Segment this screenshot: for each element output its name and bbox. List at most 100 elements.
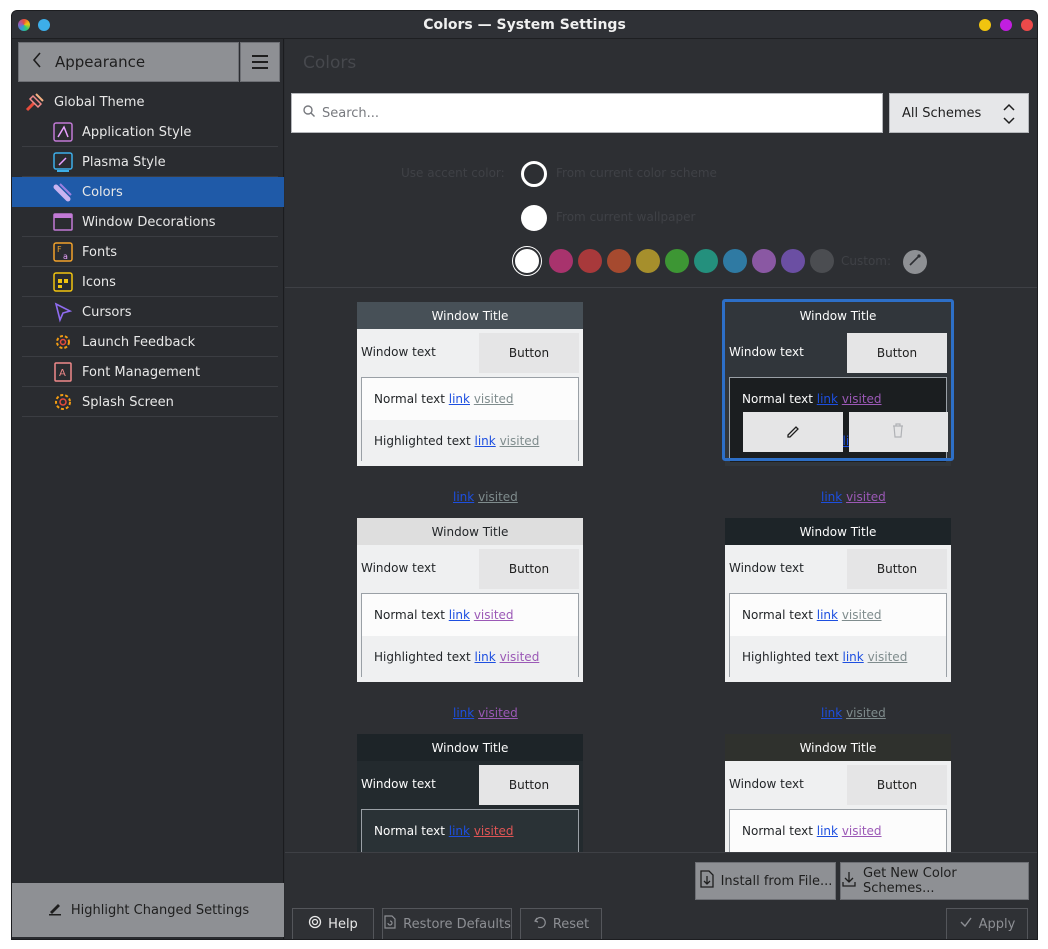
title-bar: Colors — System Settings bbox=[12, 11, 1037, 39]
font-management-icon: A bbox=[52, 361, 74, 383]
preview-window-title: Window Title bbox=[725, 734, 951, 761]
pen-icon bbox=[47, 900, 63, 920]
search-placeholder: Search... bbox=[322, 105, 380, 121]
restore-defaults-icon bbox=[383, 915, 397, 933]
custom-color-picker-button[interactable] bbox=[903, 250, 927, 274]
sidebar-item-icons[interactable]: Icons bbox=[12, 267, 284, 297]
cursors-icon bbox=[52, 301, 74, 323]
preview-highlighted-text: Highlighted text link visited bbox=[362, 420, 578, 462]
accent-swatch[interactable] bbox=[694, 249, 718, 273]
preview-button: Button bbox=[479, 333, 579, 373]
accent-from-wallpaper-label: From current wallpaper bbox=[556, 210, 696, 224]
preview-button: Button bbox=[847, 765, 947, 805]
sidebar-item-cursors[interactable]: Cursors bbox=[12, 297, 284, 327]
sidebar-item-label: Font Management bbox=[82, 364, 201, 380]
preview-button: Button bbox=[479, 549, 579, 589]
accent-swatch[interactable] bbox=[636, 249, 660, 273]
color-scheme-card[interactable]: Window Title Window text Button Normal text… bbox=[725, 518, 951, 720]
install-file-icon bbox=[699, 870, 715, 892]
sidebar-item-fonts[interactable]: Fa Fonts bbox=[12, 237, 284, 267]
accent-swatch[interactable] bbox=[578, 249, 602, 273]
minimize-button[interactable] bbox=[979, 19, 991, 31]
preview-window-title: Window Title bbox=[357, 302, 583, 329]
preview-window-text: Window text bbox=[729, 561, 804, 575]
accent-swatch[interactable] bbox=[665, 249, 689, 273]
window-title: Colors — System Settings bbox=[423, 17, 626, 33]
svg-text:F: F bbox=[57, 245, 62, 254]
sidebar-item-window-decorations[interactable]: Window Decorations bbox=[12, 207, 284, 237]
icons-icon bbox=[52, 271, 74, 293]
accent-swatch-selected[interactable] bbox=[513, 247, 541, 275]
preview-view: Normal text link visitedHighlighted text… bbox=[361, 593, 579, 678]
preview-normal-text: Normal text link visited bbox=[374, 824, 514, 838]
preview-view: Normal text link visitedHighlighted text… bbox=[729, 593, 947, 678]
highlight-changed-settings-button[interactable]: Highlight Changed Settings bbox=[12, 883, 284, 937]
preview-window-title: Window Title bbox=[357, 518, 583, 545]
sidebar-item-colors[interactable]: Colors bbox=[12, 177, 284, 207]
accent-swatch[interactable] bbox=[549, 249, 573, 273]
sidebar-item-label: Colors bbox=[82, 184, 123, 200]
sidebar-item-label: Icons bbox=[82, 274, 116, 290]
install-from-file-button[interactable]: Install from File... bbox=[695, 862, 836, 900]
preview-scheme-links: link visited bbox=[453, 706, 518, 720]
sidebar-item-label: Plasma Style bbox=[82, 154, 166, 170]
chevron-left-icon bbox=[19, 50, 55, 75]
sidebar-item-label: Global Theme bbox=[54, 94, 145, 110]
back-button[interactable]: Appearance bbox=[18, 42, 239, 82]
color-scheme-grid: Window Title Window text Button Normal text… bbox=[285, 288, 1037, 852]
preview-window-text: Window text bbox=[361, 561, 436, 575]
color-scheme-card[interactable]: Window Title Window text Button Normal text… bbox=[357, 302, 583, 504]
sidebar-item-application-style[interactable]: Application Style bbox=[12, 117, 284, 147]
search-field[interactable]: Search... bbox=[291, 93, 883, 133]
help-lifebuoy-icon bbox=[308, 915, 322, 933]
accent-swatch[interactable] bbox=[781, 249, 805, 273]
download-icon bbox=[841, 870, 857, 892]
preview-view: Normal text link visited Highlighted text… bbox=[361, 377, 579, 462]
sidebar-nav: Global Theme Application Style Plasma St… bbox=[12, 87, 284, 417]
preview-normal-text: Normal text link visited bbox=[742, 608, 882, 622]
color-scheme-card[interactable]: Window Title Window text Button Normal text… bbox=[357, 734, 583, 852]
maximize-button[interactable] bbox=[1000, 19, 1012, 31]
help-button[interactable]: Help bbox=[292, 908, 374, 939]
reset-button[interactable]: Reset bbox=[520, 908, 602, 939]
sidebar-item-splash-screen[interactable]: Splash Screen bbox=[12, 387, 284, 417]
sidebar-item-font-management[interactable]: A Font Management bbox=[12, 357, 284, 387]
restore-defaults-button[interactable]: Restore Defaults bbox=[382, 908, 512, 939]
sidebar-item-label: Splash Screen bbox=[82, 394, 174, 410]
fonts-icon: Fa bbox=[52, 241, 74, 263]
sidebar-item-launch-feedback[interactable]: Launch Feedback bbox=[12, 327, 284, 357]
edit-scheme-button[interactable] bbox=[743, 412, 843, 452]
accent-swatch[interactable] bbox=[752, 249, 776, 273]
accent-from-scheme-radio[interactable] bbox=[521, 161, 547, 187]
install-from-file-label: Install from File... bbox=[720, 873, 833, 889]
svg-text:A: A bbox=[59, 368, 66, 379]
preview-window-title: Window Title bbox=[357, 734, 583, 761]
delete-scheme-button[interactable] bbox=[848, 412, 948, 452]
system-settings-window: Colors — System Settings Appearance Glob… bbox=[11, 10, 1038, 940]
splash-screen-icon bbox=[52, 391, 74, 413]
color-scheme-card[interactable]: Window Title Window text Button Normal text… bbox=[725, 734, 951, 852]
preview-normal-text: Normal text link visited bbox=[374, 392, 514, 406]
search-icon bbox=[302, 104, 316, 122]
eyedropper-icon bbox=[908, 253, 922, 271]
preview-highlighted-text: Highlighted text link visited bbox=[362, 636, 578, 678]
trash-icon bbox=[891, 422, 905, 442]
accent-swatch[interactable] bbox=[723, 249, 747, 273]
sidebar-item-plasma-style[interactable]: Plasma Style bbox=[12, 147, 284, 177]
close-button[interactable] bbox=[1021, 19, 1033, 31]
preview-normal-text: Normal text link visited bbox=[742, 824, 882, 838]
hamburger-menu-button[interactable] bbox=[240, 42, 280, 82]
accent-from-scheme-label: From current color scheme bbox=[556, 166, 717, 180]
colors-icon bbox=[52, 181, 74, 203]
accent-from-wallpaper-radio[interactable] bbox=[521, 205, 547, 231]
accent-swatch[interactable] bbox=[607, 249, 631, 273]
color-scheme-card[interactable]: Window Title Window text Button Normal text… bbox=[357, 518, 583, 720]
apply-button[interactable]: Apply bbox=[946, 908, 1028, 939]
accent-swatch[interactable] bbox=[810, 249, 834, 273]
sidebar-item-global-theme[interactable]: Global Theme bbox=[12, 87, 284, 117]
get-new-color-schemes-button[interactable]: Get New Color Schemes... bbox=[840, 862, 1029, 900]
preview-window-title: Window Title bbox=[725, 518, 951, 545]
schemes-filter-select[interactable]: All Schemes bbox=[889, 93, 1029, 133]
preview-view: Normal text link visitedHighlighted text… bbox=[361, 809, 579, 852]
highlight-changed-settings-label: Highlight Changed Settings bbox=[70, 902, 250, 918]
